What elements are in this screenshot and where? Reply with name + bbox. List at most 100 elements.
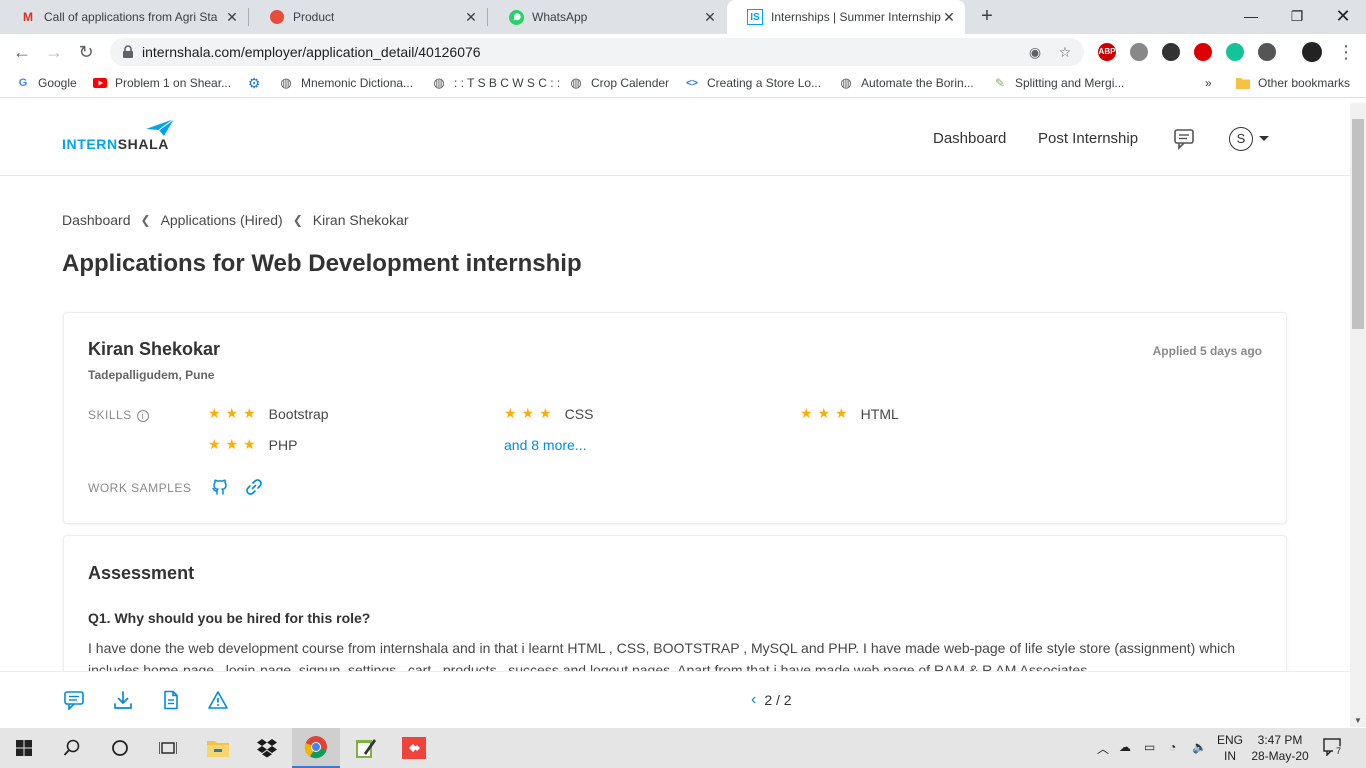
extension-hand-icon[interactable] (1194, 43, 1212, 61)
search-icon[interactable] (48, 728, 96, 768)
bookmark-store-locator[interactable]: <> Creating a Store Lo... (685, 76, 821, 90)
onedrive-sync-icon[interactable]: ☁ (1119, 740, 1131, 754)
nav-dashboard[interactable]: Dashboard (933, 130, 1006, 147)
address-bar[interactable]: internshala.com/employer/application_det… (110, 38, 1084, 66)
minimize-icon[interactable]: — (1228, 0, 1274, 34)
more-bookmarks-chevron[interactable]: » (1205, 76, 1212, 90)
file-explorer-icon[interactable] (194, 728, 242, 768)
skill-name: PHP (268, 436, 298, 453)
chrome-taskbar-icon[interactable] (292, 728, 340, 768)
dropbox-icon[interactable] (243, 728, 291, 768)
grammarly-icon[interactable] (1226, 43, 1244, 61)
close-tab-icon[interactable]: ✕ (463, 9, 479, 25)
nav-post-internship[interactable]: Post Internship (1038, 130, 1138, 147)
show-hidden-icons-chevron[interactable]: ︿ (1097, 740, 1109, 757)
system-clock[interactable]: 3:47 PM 28-May-20 (1248, 732, 1312, 764)
chevron-down-icon[interactable] (1259, 136, 1269, 141)
notifications-icon[interactable]: 7 (1323, 738, 1344, 759)
skill-item: ★★★ PHP (208, 436, 297, 453)
restore-icon[interactable]: ❐ (1274, 0, 1320, 34)
close-window-icon[interactable]: ✕ (1320, 0, 1366, 34)
page-title: Applications for Web Development interns… (62, 250, 582, 277)
volume-icon[interactable]: 🔈 (1192, 740, 1207, 754)
wifi-icon[interactable]: ◔ (1169, 740, 1176, 754)
extension-dots-icon[interactable] (1162, 43, 1180, 61)
cookie-blocked-icon[interactable]: ◉ (1026, 43, 1044, 61)
bookmark-label: Crop Calender (591, 76, 670, 90)
bookmark-label: Creating a Store Lo... (707, 76, 822, 90)
reload-icon[interactable]: ↻ (74, 40, 98, 64)
download-icon[interactable] (113, 690, 133, 710)
browser-tab-whatsapp[interactable]: WhatsApp ✕ (488, 0, 726, 34)
bookmark-other[interactable]: Other bookmarks (1236, 76, 1350, 90)
pagination: ‹ 2 / 2 (751, 691, 792, 709)
code-brackets-icon: <> (686, 77, 698, 89)
more-skills-link[interactable]: and 8 more... (504, 437, 587, 453)
skill-name: Bootstrap (268, 405, 329, 422)
bookmark-google[interactable]: G Google (16, 76, 77, 90)
link-icon[interactable] (245, 478, 263, 496)
bookmark-automate[interactable]: ◍ Automate the Borin... (839, 75, 973, 90)
url-text: internshala.com/employer/application_det… (142, 44, 481, 60)
bookmark-mnemonic[interactable]: ◍ Mnemonic Dictiona... (279, 75, 413, 90)
close-tab-icon[interactable]: ✕ (702, 9, 718, 25)
bookmark-splitting[interactable]: ✎ Splitting and Mergi... (993, 76, 1124, 90)
browser-tab-gmail[interactable]: M Call of applications from Agri Sta ✕ (0, 0, 248, 34)
chevron-left-icon: ❮ (292, 213, 303, 227)
new-tab-icon[interactable]: + (976, 5, 998, 27)
chat-icon[interactable] (64, 690, 84, 711)
extension-cube-icon[interactable] (1130, 43, 1148, 61)
bookmarks-bar: G Google Problem 1 on Shear... ⚙ ◍ Mnemoni… (0, 70, 1366, 98)
user-avatar[interactable]: S (1229, 127, 1253, 151)
page-scrollbar[interactable]: ▼ (1350, 103, 1366, 727)
tab-label: Internships | Summer Internship (771, 10, 941, 24)
tab-label: Call of applications from Agri Sta (44, 10, 218, 24)
close-tab-icon[interactable]: ✕ (941, 9, 957, 25)
browser-tab-internshala[interactable]: IS Internships | Summer Internship ✕ (727, 0, 965, 34)
page-indicator: 2 / 2 (764, 692, 792, 708)
profile-avatar-icon[interactable] (1302, 42, 1322, 62)
info-icon[interactable]: i (136, 410, 149, 422)
menu-kebab-icon[interactable]: ⋮ (1334, 40, 1358, 64)
breadcrumb-dashboard[interactable]: Dashboard (62, 212, 131, 228)
anydesk-icon[interactable] (390, 728, 438, 768)
windows-start-icon[interactable] (0, 728, 48, 768)
breadcrumb-applications[interactable]: Applications (Hired) (161, 212, 283, 228)
task-view-icon[interactable] (144, 728, 192, 768)
bookmark-youtube[interactable]: Problem 1 on Shear... (93, 76, 231, 90)
bookmark-tsbcwsc[interactable]: ◍: : T S B C W S C : : (432, 75, 561, 90)
input-language[interactable]: ENG IN (1214, 732, 1246, 764)
applicant-card: Kiran Shekokar Tadepalligudem, Pune Appl… (63, 312, 1287, 524)
logo-text: INTERNSHALA (62, 136, 169, 152)
browser-tab-product[interactable]: Product ✕ (249, 0, 487, 34)
bookmark-crop-calender[interactable]: ◍ Crop Calender (569, 75, 670, 90)
bookmark-label: : : T S B C W S C : : (454, 76, 561, 90)
internshala-logo[interactable]: INTERNSHALA (62, 119, 182, 159)
chat-icon[interactable] (1173, 128, 1195, 150)
github-icon[interactable] (211, 478, 229, 496)
skill-item: ★★★ Bootstrap (208, 405, 329, 422)
bookmark-settings[interactable]: ⚙ (247, 75, 269, 91)
battery-icon[interactable]: ▭ (1144, 740, 1155, 754)
document-icon[interactable] (161, 690, 181, 710)
dark-mode-icon[interactable] (1258, 43, 1276, 61)
bookmark-label: Google (38, 76, 77, 90)
warning-icon[interactable] (208, 690, 228, 710)
tab-label: WhatsApp (532, 10, 588, 24)
adblock-icon[interactable]: ABP (1098, 43, 1116, 61)
back-icon[interactable]: ← (10, 40, 34, 64)
scroll-down-arrow-icon[interactable]: ▼ (1354, 716, 1362, 725)
assessment-heading: Assessment (88, 563, 195, 583)
forward-icon[interactable]: → (42, 40, 66, 64)
chevron-left-icon: ❮ (140, 213, 151, 227)
chevron-left-icon[interactable]: ‹ (751, 691, 756, 709)
close-tab-icon[interactable]: ✕ (224, 9, 240, 25)
cortana-icon[interactable] (96, 728, 144, 768)
bookmark-label: Splitting and Mergi... (1015, 76, 1125, 90)
notepad-app-icon[interactable] (341, 728, 389, 768)
globe-icon: ◍ (280, 75, 292, 90)
paper-plane-icon (146, 119, 174, 136)
scrollbar-thumb[interactable] (1352, 119, 1364, 329)
skill-name: HTML (860, 405, 899, 422)
bookmark-star-icon[interactable]: ☆ (1056, 43, 1074, 61)
